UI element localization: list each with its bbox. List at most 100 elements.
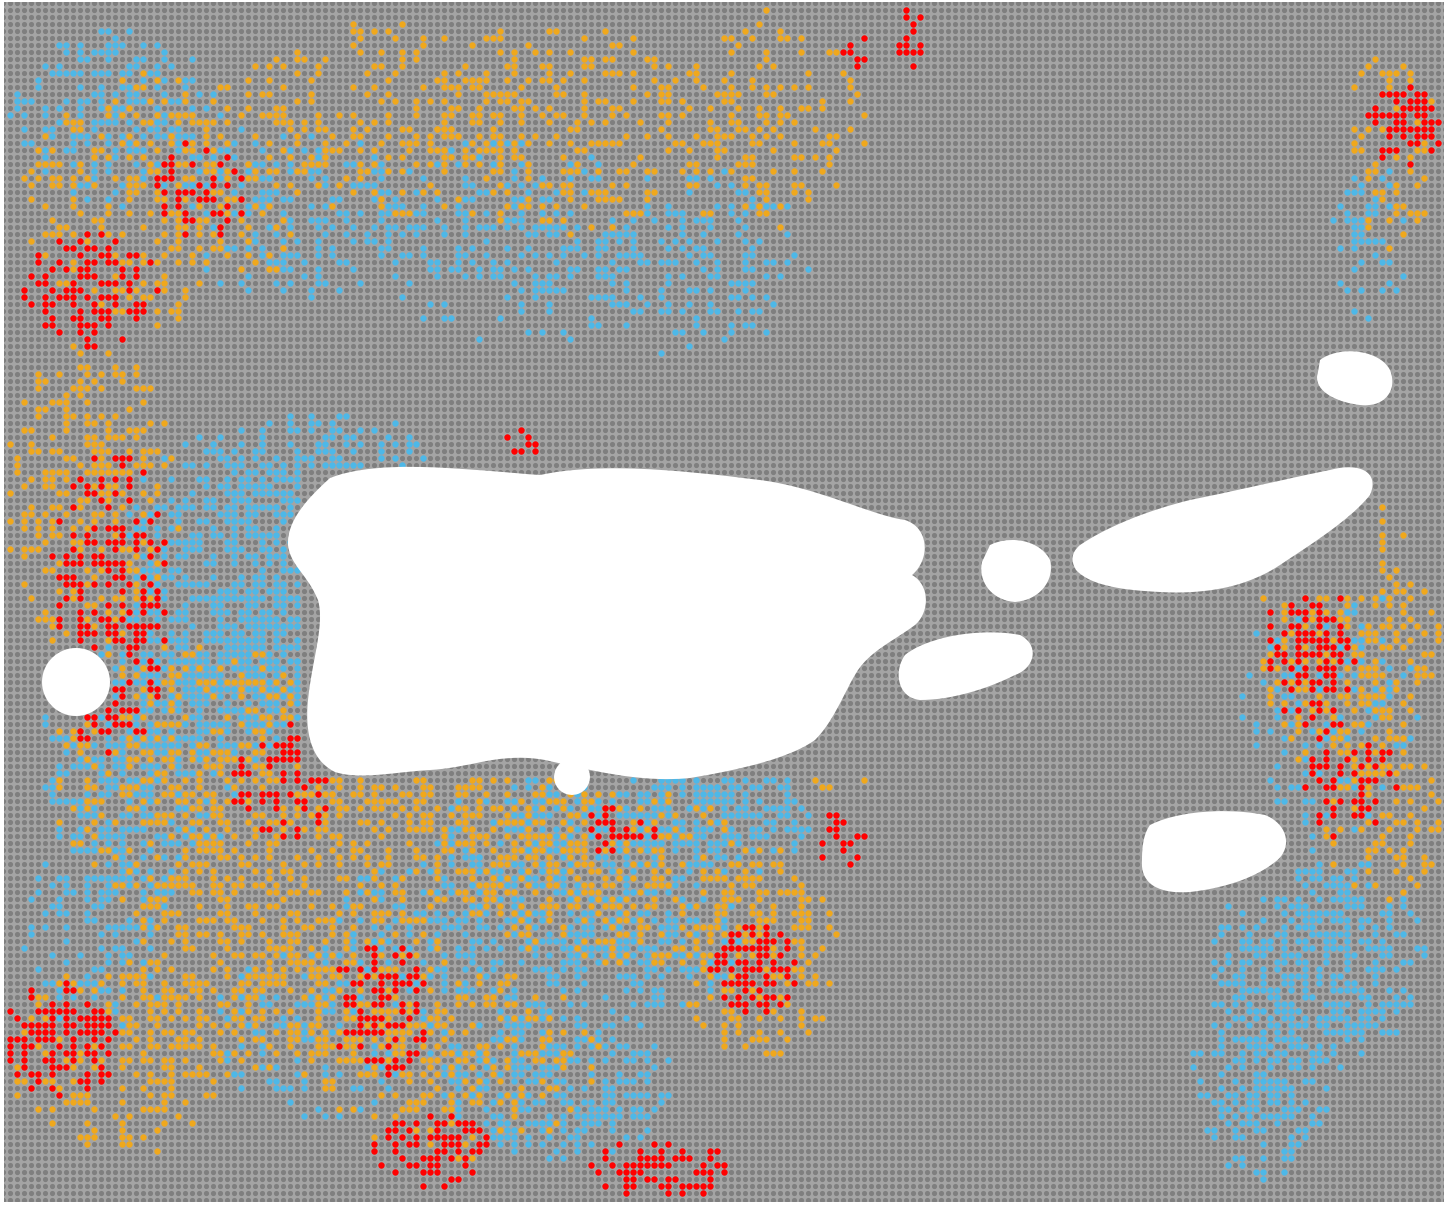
- data-point: [574, 1015, 581, 1022]
- data-point: [189, 532, 196, 539]
- data-point: [1197, 1050, 1204, 1057]
- data-point: [42, 784, 49, 791]
- data-point: [665, 203, 672, 210]
- data-point: [511, 147, 518, 154]
- data-point: [1239, 1106, 1246, 1113]
- data-point: [707, 791, 714, 798]
- data-point: [147, 546, 154, 553]
- data-point: [1246, 945, 1253, 952]
- data-point: [77, 847, 84, 854]
- data-point: [210, 721, 217, 728]
- data-point: [84, 784, 91, 791]
- data-point: [581, 1001, 588, 1008]
- data-point: [105, 49, 112, 56]
- data-point: [84, 140, 91, 147]
- data-point: [294, 462, 301, 469]
- data-point: [182, 161, 189, 168]
- data-point: [245, 175, 252, 182]
- data-point: [56, 588, 63, 595]
- data-point: [154, 854, 161, 861]
- data-point: [224, 140, 231, 147]
- data-point: [91, 966, 98, 973]
- data-point: [308, 161, 315, 168]
- data-point: [742, 161, 749, 168]
- data-point: [497, 840, 504, 847]
- data-point: [91, 462, 98, 469]
- data-point: [231, 686, 238, 693]
- data-point: [1218, 1001, 1225, 1008]
- data-point: [756, 182, 763, 189]
- data-point: [105, 497, 112, 504]
- data-point: [175, 140, 182, 147]
- data-point: [406, 441, 413, 448]
- data-point: [476, 1050, 483, 1057]
- data-point: [658, 126, 665, 133]
- data-point: [1358, 1008, 1365, 1015]
- data-point: [588, 896, 595, 903]
- data-point: [161, 77, 168, 84]
- data-point: [294, 693, 301, 700]
- data-point: [406, 140, 413, 147]
- data-point: [1309, 910, 1316, 917]
- data-point: [119, 770, 126, 777]
- data-point: [1288, 784, 1295, 791]
- data-point: [644, 973, 651, 980]
- data-point: [1344, 217, 1351, 224]
- data-point: [1281, 672, 1288, 679]
- data-point: [644, 966, 651, 973]
- data-point: [175, 245, 182, 252]
- data-point: [735, 308, 742, 315]
- data-point: [252, 742, 259, 749]
- data-point: [287, 567, 294, 574]
- data-point: [322, 441, 329, 448]
- data-point: [168, 140, 175, 147]
- data-point: [70, 455, 77, 462]
- data-point: [1379, 700, 1386, 707]
- data-point: [161, 833, 168, 840]
- data-point: [609, 70, 616, 77]
- data-point: [462, 980, 469, 987]
- data-point: [672, 77, 679, 84]
- data-point: [252, 721, 259, 728]
- data-point: [357, 959, 364, 966]
- data-point: [7, 112, 14, 119]
- data-point: [287, 231, 294, 238]
- data-point: [441, 987, 448, 994]
- data-point: [21, 511, 28, 518]
- data-point: [1309, 1064, 1316, 1071]
- data-point: [203, 483, 210, 490]
- data-point: [42, 539, 49, 546]
- data-point: [798, 805, 805, 812]
- data-point: [581, 168, 588, 175]
- data-point: [266, 504, 273, 511]
- data-point: [553, 1043, 560, 1050]
- data-point: [224, 147, 231, 154]
- data-point: [609, 1085, 616, 1092]
- data-point: [140, 119, 147, 126]
- data-point: [644, 910, 651, 917]
- data-point: [700, 784, 707, 791]
- data-point: [665, 210, 672, 217]
- data-point: [217, 245, 224, 252]
- data-point: [112, 784, 119, 791]
- data-point: [273, 595, 280, 602]
- data-point: [28, 511, 35, 518]
- data-point: [602, 294, 609, 301]
- data-point: [147, 875, 154, 882]
- data-point: [721, 917, 728, 924]
- data-point: [1386, 987, 1393, 994]
- data-point: [245, 238, 252, 245]
- data-point: [1281, 693, 1288, 700]
- data-point: [1372, 945, 1379, 952]
- data-point: [126, 175, 133, 182]
- data-point: [182, 833, 189, 840]
- data-point: [105, 231, 112, 238]
- data-point: [98, 441, 105, 448]
- data-point: [196, 224, 203, 231]
- data-point: [168, 665, 175, 672]
- data-point: [105, 203, 112, 210]
- data-point: [56, 224, 63, 231]
- data-point: [511, 49, 518, 56]
- data-point: [203, 126, 210, 133]
- data-point: [532, 805, 539, 812]
